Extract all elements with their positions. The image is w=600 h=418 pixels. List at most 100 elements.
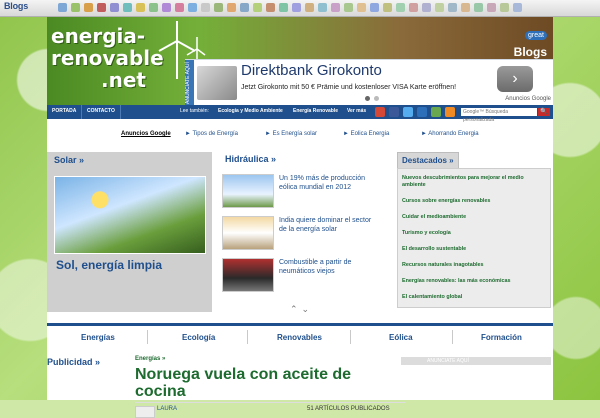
toolbar-icon[interactable] [162, 3, 171, 12]
ad-link[interactable]: ► Tipos de Energía [185, 131, 238, 137]
article-thumbnail[interactable] [222, 174, 274, 208]
toolbar-icon[interactable] [344, 3, 353, 12]
toolbar-icon[interactable] [201, 3, 210, 12]
toolbar-icon[interactable] [474, 3, 483, 12]
solar-title[interactable]: Solar » [54, 155, 84, 165]
toolbar-icon[interactable] [58, 3, 67, 12]
search-button[interactable]: 🔍 [538, 108, 550, 116]
ad-next-button[interactable]: › [497, 66, 533, 92]
nav-contacto[interactable]: CONTACTO [87, 108, 115, 114]
advertise-here-label[interactable]: ANUNCIATE AQUÍ [185, 60, 194, 107]
list-item[interactable]: Combustible a partir de neumáticos viejo… [222, 258, 377, 292]
article-title[interactable]: Noruega vuela con aceite de cocina [135, 366, 365, 400]
article-thumbnail[interactable] [222, 258, 274, 292]
list-item[interactable]: Un 19% más de producción eólica mundial … [222, 174, 377, 208]
highlight-link[interactable]: Cuidar el medioambiente [402, 214, 544, 221]
solar-feature-image[interactable] [54, 176, 206, 254]
toolbar-icon[interactable] [227, 3, 236, 12]
ad-title[interactable]: Direktbank Girokonto [241, 62, 382, 79]
ad-link[interactable]: ► Es Energía solar [265, 131, 317, 137]
facebook-icon[interactable] [389, 107, 399, 117]
toolbar-icon[interactable] [318, 3, 327, 12]
toolbar-icon[interactable] [266, 3, 275, 12]
carousel-arrows[interactable]: ⌃⌄ [290, 304, 313, 315]
google-ad-links: Anuncios Google ► Tipos de Energía ► Es … [121, 131, 479, 137]
toolbar-icon[interactable] [513, 3, 522, 12]
nav-ecologia[interactable]: Ecología y Medio Ambiente [218, 108, 283, 114]
highlight-link[interactable]: Nuevos descubrimientos para mejorar el m… [402, 175, 544, 189]
rss-icon[interactable] [445, 107, 455, 117]
category-energias[interactable]: Energías [81, 333, 115, 342]
category-renovables[interactable]: Renovables [277, 333, 322, 342]
toolbar-icon[interactable] [292, 3, 301, 12]
avatar[interactable] [135, 406, 155, 418]
toolbar-icon[interactable] [370, 3, 379, 12]
toolbar-icons [58, 3, 522, 12]
list-item[interactable]: India quiere dominar el sector de la ene… [222, 216, 377, 250]
toolbar-icon[interactable] [435, 3, 444, 12]
article-link[interactable]: Un 19% más de producción eólica mundial … [279, 174, 377, 192]
share-icon[interactable] [431, 107, 441, 117]
article-link[interactable]: Combustible a partir de neumáticos viejo… [279, 258, 377, 276]
toolbar-icon[interactable] [279, 3, 288, 12]
nav-portada[interactable]: PORTADA [52, 108, 76, 114]
toolbar-icon[interactable] [461, 3, 470, 12]
ad-image[interactable] [197, 66, 237, 100]
toolbar-icon[interactable] [123, 3, 132, 12]
article-link[interactable]: India quiere dominar el sector de la ene… [279, 216, 377, 234]
twitter-icon[interactable] [403, 107, 413, 117]
toolbar-icon[interactable] [110, 3, 119, 12]
category-ecologia[interactable]: Ecología [182, 333, 215, 342]
highlight-link[interactable]: El calentamiento global [402, 294, 544, 301]
toolbar-icon[interactable] [357, 3, 366, 12]
hidraulica-title[interactable]: Hidráulica » [225, 154, 276, 164]
highlight-link[interactable]: Recursos naturales inagotables [402, 262, 544, 269]
toolbar-icon[interactable] [448, 3, 457, 12]
breadcrumb[interactable]: Energías » [135, 356, 165, 362]
solar-section: Solar » Sol, energía limpia [47, 152, 212, 312]
toolbar-icon[interactable] [383, 3, 392, 12]
blog-icon[interactable] [417, 107, 427, 117]
ad-pager[interactable] [365, 96, 379, 101]
tab-destacados[interactable]: Destacados » [397, 152, 459, 169]
author-article-count: 51 ARTÍCULOS PUBLICADOS [307, 406, 390, 412]
nav-ver-mas[interactable]: Ver más [347, 108, 366, 114]
toolbar-icon[interactable] [136, 3, 145, 12]
toolbar-icon[interactable] [331, 3, 340, 12]
ad-link[interactable]: ► Ahorrando Energia [421, 131, 479, 137]
category-formacion[interactable]: Formación [481, 333, 522, 342]
toolbar-icon[interactable] [188, 3, 197, 12]
advertise-here-banner[interactable]: ANUNCIATE AQUÍ [401, 357, 551, 365]
toolbar-icon[interactable] [84, 3, 93, 12]
ad-link[interactable]: ► Eolica Energia [343, 131, 389, 137]
toolbar-icon[interactable] [149, 3, 158, 12]
highlight-link[interactable]: Turismo y ecología [402, 230, 544, 237]
ad-banner[interactable]: ANUNCIATE AQUÍ Direktbank Girokonto Jetz… [185, 59, 553, 107]
toolbar-icon[interactable] [71, 3, 80, 12]
toolbar-icon[interactable] [240, 3, 249, 12]
toolbar-icon[interactable] [409, 3, 418, 12]
category-eolica[interactable]: Eólica [389, 333, 413, 342]
toolbar-icon[interactable] [396, 3, 405, 12]
nav-energia-renovable[interactable]: Energía Renovable [293, 108, 338, 114]
toolbar-icon[interactable] [422, 3, 431, 12]
toolbar-icon[interactable] [214, 3, 223, 12]
network-logo[interactable]: Blogs [4, 1, 28, 11]
toolbar-icon[interactable] [305, 3, 314, 12]
toolbar-icon[interactable] [500, 3, 509, 12]
toolbar-icon[interactable] [97, 3, 106, 12]
great-blogs-logo[interactable]: Blogs [514, 45, 547, 59]
ad-links-label[interactable]: Anuncios Google [121, 131, 171, 137]
highlight-link[interactable]: Cursos sobre energías renovables [402, 198, 544, 205]
article-thumbnail[interactable] [222, 216, 274, 250]
solar-caption[interactable]: Sol, energía limpia [56, 258, 162, 272]
highlight-link[interactable]: Energías renovables: las más económicas [402, 278, 544, 285]
ads-by-google[interactable]: Anuncios Google [505, 96, 551, 102]
highlight-link[interactable]: El desarrollo sustentable [402, 246, 544, 253]
toolbar-icon[interactable] [487, 3, 496, 12]
toolbar-icon[interactable] [253, 3, 262, 12]
search-input[interactable]: Google™ Búsqueda personalizada [461, 108, 537, 123]
toolbar-icon[interactable] [175, 3, 184, 12]
google-plus-icon[interactable] [375, 107, 385, 117]
author-name[interactable]: LAURA [157, 406, 177, 412]
